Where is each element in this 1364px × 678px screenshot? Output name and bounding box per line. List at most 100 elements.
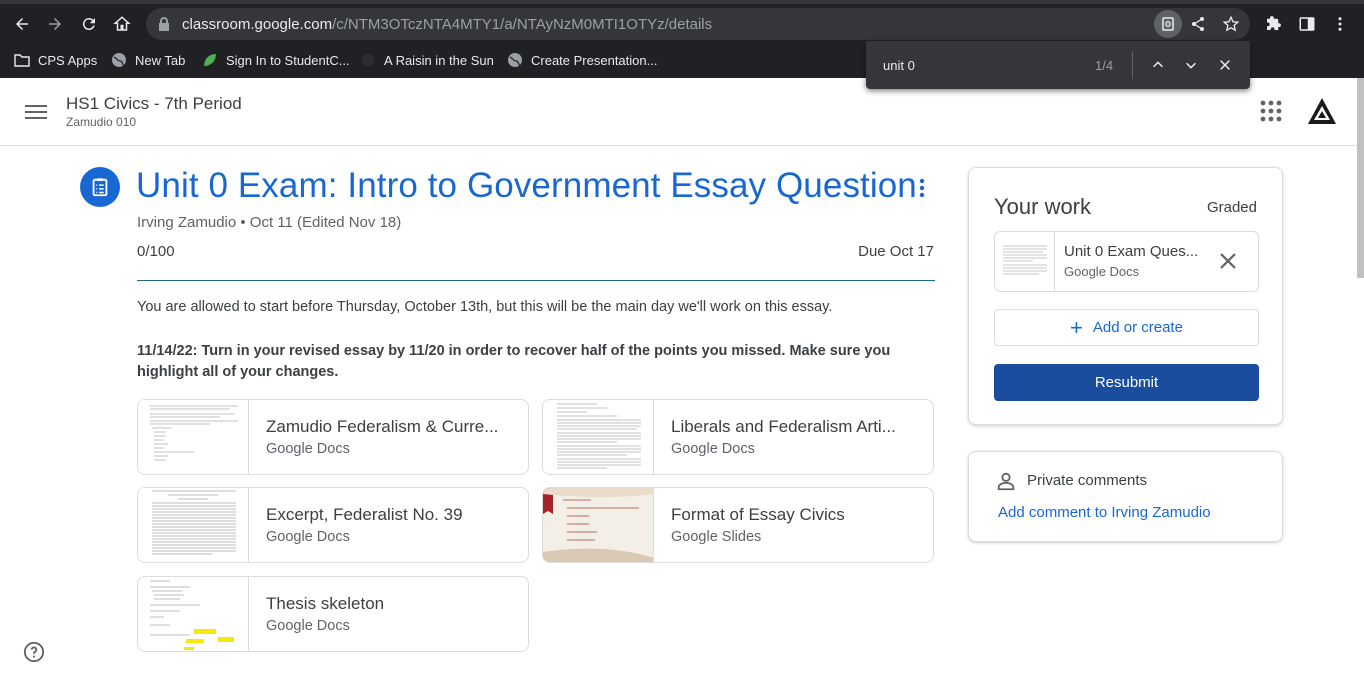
attachment-type: Google Docs bbox=[266, 529, 350, 545]
attachment-card[interactable]: Thesis skeleton Google Docs bbox=[137, 576, 529, 652]
doc-thumbnail bbox=[138, 400, 249, 474]
account-avatar[interactable] bbox=[1306, 96, 1338, 128]
doc-preview-icon bbox=[150, 405, 238, 461]
bookmark-label: CPS Apps bbox=[38, 52, 98, 68]
find-divider bbox=[1132, 51, 1133, 79]
bookmark-raisin[interactable]: A Raisin in the Sun bbox=[360, 50, 494, 70]
share-button[interactable] bbox=[1188, 14, 1208, 34]
doc-preview-icon bbox=[150, 580, 234, 650]
attachment-type: Google Docs bbox=[266, 441, 350, 457]
submitted-file-type: Google Docs bbox=[1064, 264, 1140, 279]
remove-file-icon[interactable] bbox=[1216, 249, 1240, 273]
submitted-file[interactable]: Unit 0 Exam Ques... Google Docs bbox=[994, 231, 1259, 292]
chevron-up-icon bbox=[1153, 61, 1163, 68]
submitted-file-title: Unit 0 Exam Ques... bbox=[1064, 243, 1199, 260]
help-icon[interactable] bbox=[23, 641, 45, 663]
globe-icon bbox=[112, 53, 126, 67]
assignment-meta: Irving Zamudio • Oct 11 (Edited Nov 18) bbox=[137, 214, 402, 231]
bookmark-label: Sign In to StudentC... bbox=[226, 52, 350, 68]
bookmark-create-presentation[interactable]: Create Presentation... bbox=[507, 50, 657, 70]
find-in-page-button[interactable] bbox=[1154, 10, 1182, 38]
chrome-menu-button[interactable] bbox=[1326, 10, 1354, 38]
find-bar: unit 0 1/4 bbox=[866, 41, 1250, 89]
reload-button[interactable] bbox=[75, 10, 103, 38]
find-page-icon bbox=[1162, 17, 1174, 31]
arrow-right-icon bbox=[49, 18, 61, 30]
doc-thumbnail bbox=[543, 400, 654, 474]
arrow-left-icon bbox=[16, 18, 28, 30]
attachment-type: Google Docs bbox=[671, 441, 755, 457]
doc-preview-icon bbox=[1003, 245, 1047, 275]
attachment-title: Excerpt, Federalist No. 39 bbox=[266, 505, 463, 524]
your-work-title: Your work bbox=[994, 194, 1092, 219]
find-close-button[interactable] bbox=[1215, 55, 1235, 75]
plus-icon: + bbox=[1070, 314, 1083, 340]
url-path: /c/NTM3OTczNTA4MTY1/a/NTAyNzM0MTI1OTYz/d… bbox=[332, 16, 713, 33]
attachment-title: Zamudio Federalism & Curre... bbox=[266, 417, 499, 436]
folder-icon bbox=[14, 54, 30, 67]
site-info-icon[interactable] bbox=[156, 16, 172, 32]
doc-thumbnail bbox=[138, 488, 249, 562]
extensions-button[interactable] bbox=[1259, 10, 1287, 38]
page-scrollbar[interactable] bbox=[1357, 78, 1364, 278]
back-button[interactable] bbox=[8, 10, 36, 38]
work-status-badge: Graded bbox=[1206, 199, 1257, 216]
add-or-create-button[interactable]: + Add or create bbox=[994, 309, 1259, 346]
home-button[interactable] bbox=[108, 10, 136, 38]
share-icon bbox=[1192, 17, 1204, 31]
doc-thumbnail bbox=[995, 232, 1055, 291]
doc-preview-icon bbox=[152, 490, 236, 555]
doc-thumbnail bbox=[138, 577, 249, 651]
attachment-title: Liberals and Federalism Arti... bbox=[671, 417, 896, 436]
slide-preview-icon bbox=[543, 488, 653, 562]
attachment-type: Google Slides bbox=[671, 529, 762, 545]
private-comments-title: Private comments bbox=[1027, 472, 1148, 489]
slides-thumbnail bbox=[543, 488, 654, 562]
chevron-down-icon bbox=[1186, 62, 1196, 69]
google-apps-icon[interactable] bbox=[1260, 100, 1282, 122]
bookmark-cps-apps[interactable]: CPS Apps bbox=[14, 50, 97, 70]
more-options-icon[interactable] bbox=[912, 176, 932, 200]
reload-icon bbox=[82, 18, 95, 31]
bookmark-star-button[interactable] bbox=[1221, 14, 1241, 34]
url-text[interactable]: classroom.google.com/c/NTM3OTczNTA4MTY1/… bbox=[182, 16, 712, 33]
more-vert-icon bbox=[1338, 17, 1342, 31]
your-work-card: Your work Graded Unit 0 Exam Ques... Goo… bbox=[968, 167, 1283, 425]
attachment-card[interactable]: Excerpt, Federalist No. 39 Google Docs bbox=[137, 487, 529, 563]
assignment-description: You are allowed to start before Thursday… bbox=[137, 299, 833, 315]
person-icon bbox=[997, 472, 1015, 491]
leaf-icon bbox=[204, 54, 216, 66]
assignment-points: 0/100 bbox=[137, 243, 175, 260]
resubmit-button[interactable]: Resubmit bbox=[994, 364, 1259, 401]
attachment-card[interactable]: Liberals and Federalism Arti... Google D… bbox=[542, 399, 934, 475]
class-title[interactable]: HS1 Civics - 7th Period bbox=[66, 94, 242, 114]
attachment-type: Google Docs bbox=[266, 618, 350, 634]
attachment-title: Format of Essay Civics bbox=[671, 505, 845, 524]
bookmark-studentc[interactable]: Sign In to StudentC... bbox=[202, 50, 350, 70]
attachment-card[interactable]: Zamudio Federalism & Curre... Google Doc… bbox=[137, 399, 529, 475]
side-panel-button[interactable] bbox=[1293, 10, 1321, 38]
attachment-card[interactable]: Format of Essay Civics Google Slides bbox=[542, 487, 934, 563]
assignment-title: Unit 0 Exam: Intro to Government Essay Q… bbox=[136, 166, 917, 205]
bookmark-label: Create Presentation... bbox=[531, 52, 658, 68]
class-subtitle: Zamudio 010 bbox=[66, 115, 137, 129]
main-menu-icon[interactable] bbox=[24, 100, 50, 124]
star-icon bbox=[1222, 15, 1240, 32]
add-comment-link[interactable]: Add comment to Irving Zamudio bbox=[998, 504, 1211, 521]
close-icon bbox=[1220, 60, 1230, 70]
assignment-icon bbox=[80, 167, 120, 207]
address-bar[interactable]: classroom.google.com/c/NTM3OTczNTA4MTY1/… bbox=[146, 8, 1250, 40]
tab-strip bbox=[0, 0, 1364, 4]
puzzle-icon bbox=[1267, 16, 1281, 30]
bookmark-label: New Tab bbox=[135, 52, 186, 68]
globe-icon bbox=[508, 53, 522, 67]
find-previous-button[interactable] bbox=[1148, 55, 1168, 75]
find-count: 1/4 bbox=[1095, 58, 1114, 73]
forward-button[interactable] bbox=[41, 10, 69, 38]
bookmark-new-tab[interactable]: New Tab bbox=[111, 50, 185, 70]
find-input[interactable]: unit 0 bbox=[883, 58, 915, 73]
clipboard-icon bbox=[92, 178, 108, 197]
add-or-create-label: Add or create bbox=[1092, 319, 1183, 336]
private-comments-card: Private comments Add comment to Irving Z… bbox=[968, 451, 1283, 542]
find-next-button[interactable] bbox=[1181, 55, 1201, 75]
